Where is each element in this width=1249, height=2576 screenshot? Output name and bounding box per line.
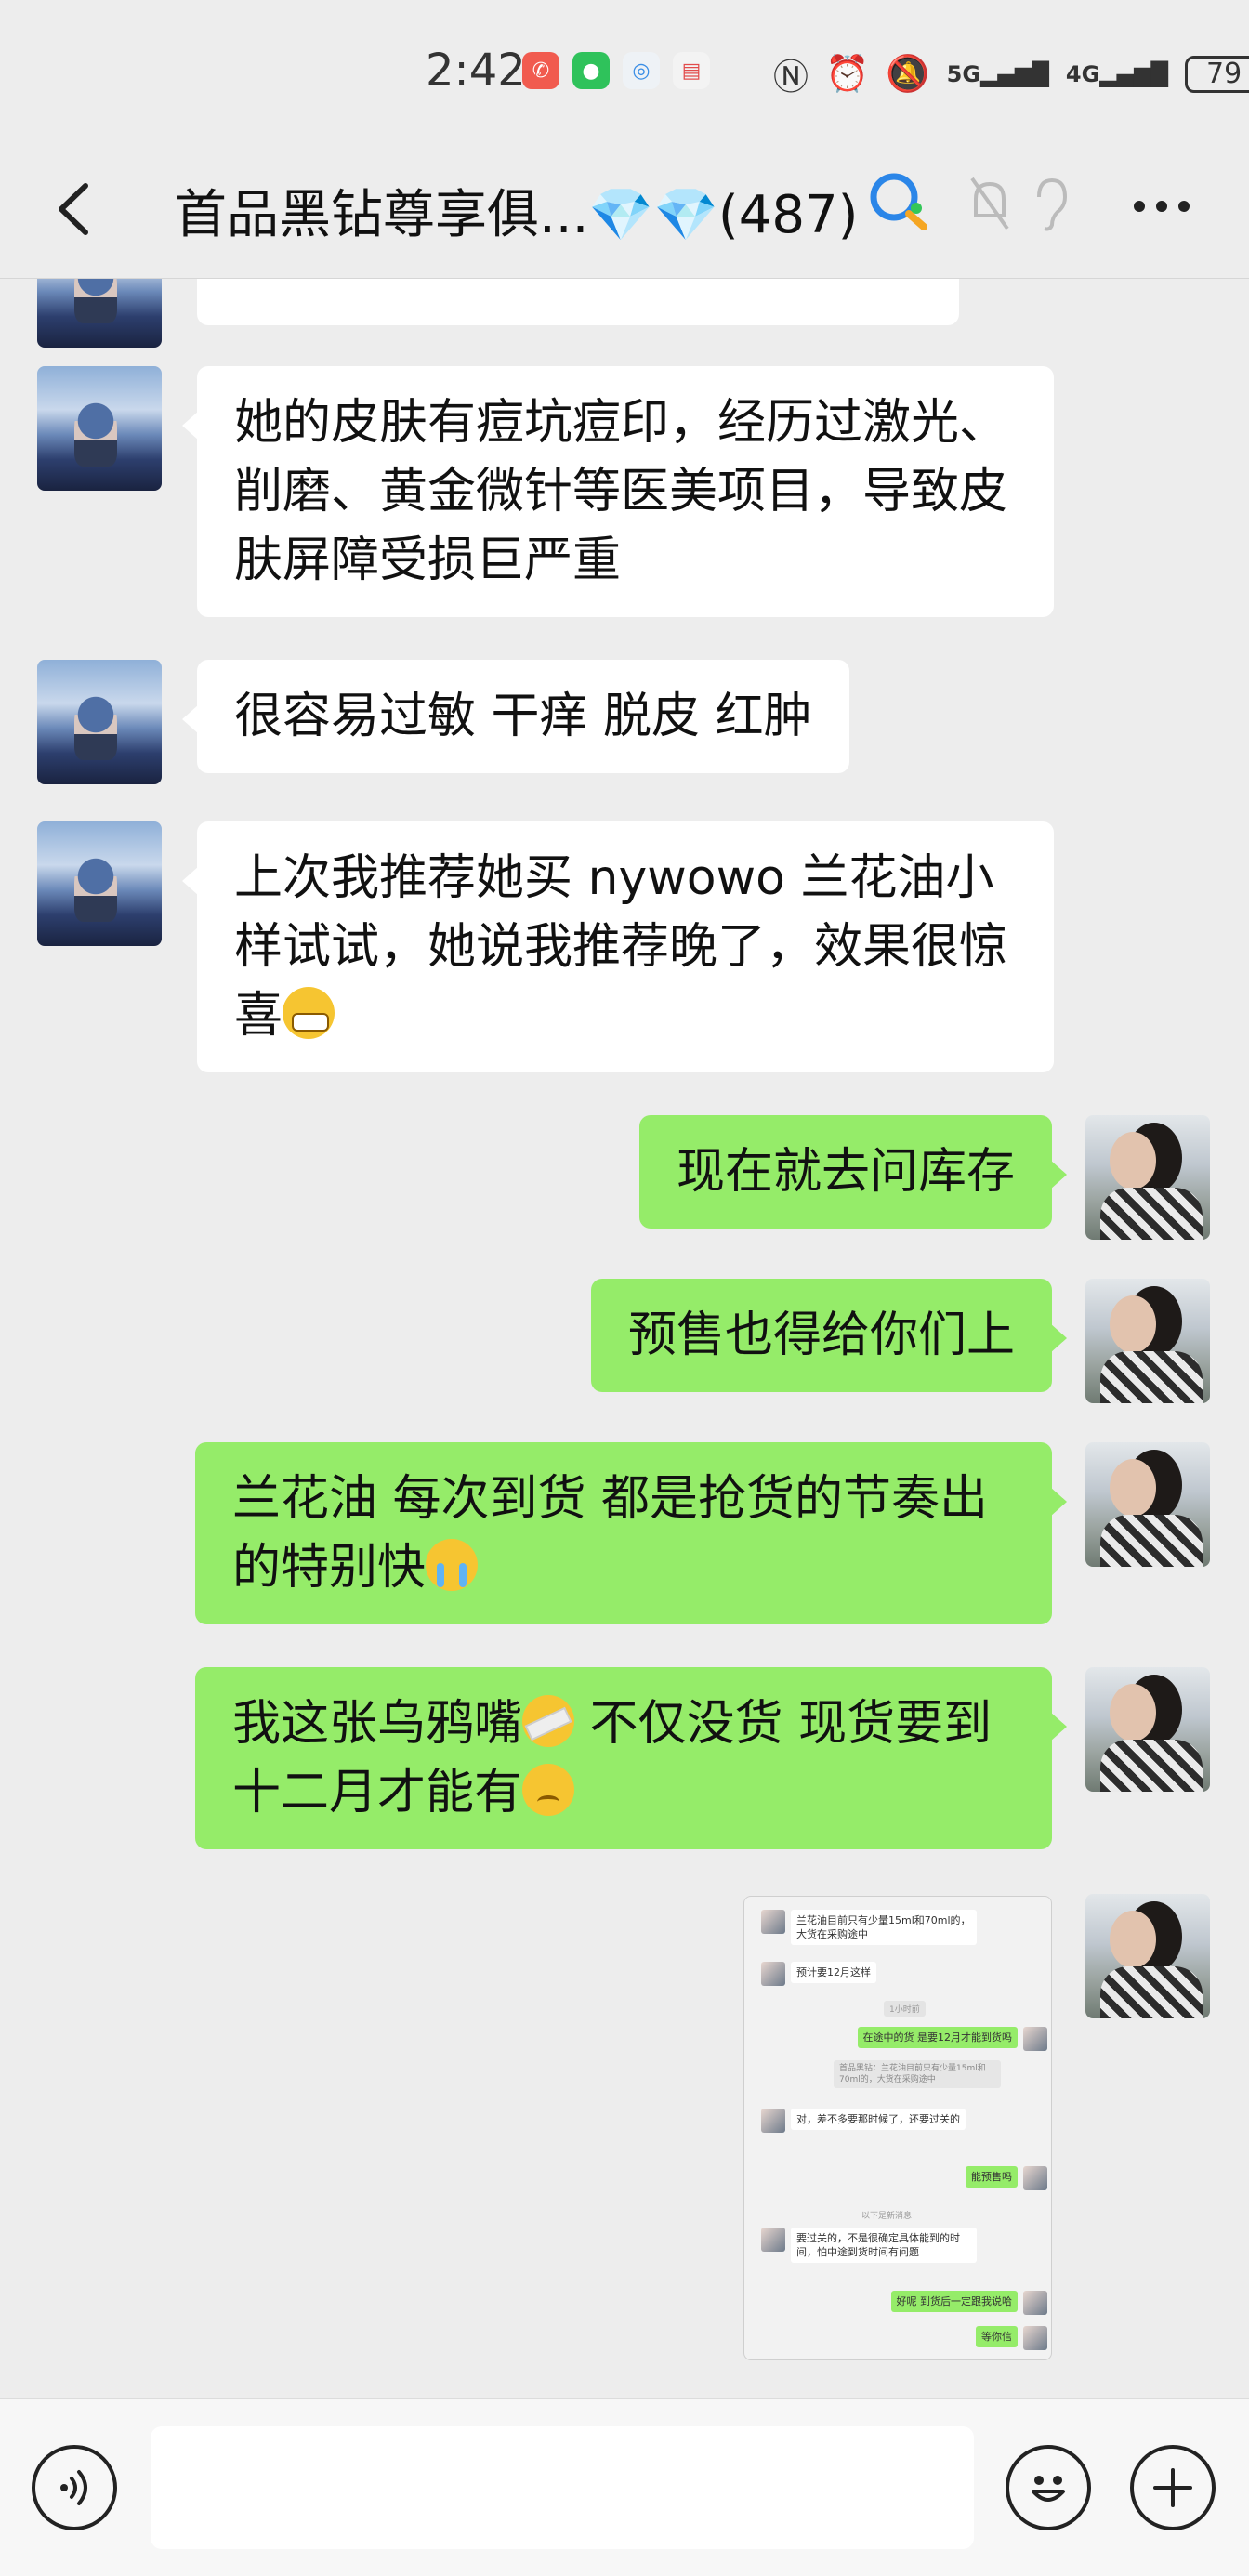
mini-quote: 首品黑钻：兰花油目前只有少量15ml和70ml的，大货在采购途中 [834,2060,1001,2088]
avatar[interactable] [1085,1115,1210,1240]
avatar[interactable] [37,821,162,946]
signal-4g-icon: 4G▂▄▆█ [1065,60,1169,87]
chat-title[interactable]: 首品黑钻尊享俱...💎💎(487) [175,173,858,248]
voice-button[interactable] [32,2445,117,2530]
message-bubble-partial [197,279,959,325]
mini-message: 对，差不多要那时候了，还要过关的 [761,2109,966,2133]
emoji-button[interactable] [1006,2445,1091,2530]
plus-icon [1153,2468,1192,2507]
missed-call-icon: ✆ [522,52,559,89]
ear-icon[interactable] [1032,175,1069,232]
message-input[interactable] [151,2426,974,2549]
mini-message: 预计要12月这样 [761,1962,876,1986]
alarm-icon: ⏰ [825,53,870,94]
message-bubble[interactable]: 上次我推荐她买 nywowo 兰花油小样试试，她说我推荐晚了，效果很惊喜 [182,821,1054,1072]
avatar[interactable] [1085,1442,1210,1567]
mini-message: 要过关的，不是很确定具体能到的时间，怕中途到货时间有问题 [761,2228,977,2263]
more-icon[interactable] [1132,199,1191,214]
voice-icon [60,2470,87,2505]
mini-message: 在途中的货 是要12月才能到货吗 [857,2027,1047,2051]
message-bubble[interactable]: 很容易过敏 干痒 脱皮 红肿 [182,660,849,773]
message-bubble[interactable]: 她的皮肤有痘坑痘印，经历过激光、削磨、黄金微针等医美项目，导致皮肤屏障受损巨严重 [182,366,1054,617]
chat-bubble-icon: ◎ [623,52,660,89]
avatar[interactable] [1085,1279,1210,1403]
message-bubble[interactable]: 预售也得给你们上 [590,1279,1068,1392]
battery-indicator: 79 [1185,55,1249,93]
mini-message: 好呢 到货后一定跟我说哈 [890,2291,1047,2315]
status-indicators: Ⓝ ⏰ 🔕 5G▂▄▆█ 4G▂▄▆█ 79 ❦ [773,48,1249,99]
wechat-icon: ● [572,52,610,89]
message-list[interactable]: 她的皮肤有痘坑痘印，经历过激光、削磨、黄金微针等医美项目，导致皮肤屏障受损巨严重… [0,279,1249,2398]
status-time: 2:42 [426,45,526,97]
back-icon[interactable] [46,177,102,242]
message-text: 我这张乌鸦嘴 [232,1696,523,1752]
avatar[interactable] [37,660,162,784]
cry-emoji [426,1539,479,1591]
notification-icons: ✆ ● ◎ ▤ [522,52,710,89]
silent-icon: 🔕 [886,53,930,94]
message-text: 上次我推荐她买 nywowo 兰花油小样试试，她说我推荐晚了，效果很惊喜 [234,850,1008,1044]
search-icon[interactable] [864,167,933,236]
mini-message: 兰花油目前只有少量15ml和70ml的，大货在采购途中 [761,1910,977,1945]
message-bubble[interactable]: 现在就去问库存 [638,1115,1068,1229]
mini-message: 等你信 [976,2326,1047,2350]
avatar[interactable] [37,279,162,348]
screenshot-image-message[interactable]: 兰花油目前只有少量15ml和70ml的，大货在采购途中 预计要12月这样 1小时… [743,1896,1052,2360]
tape-mouth-emoji [522,1695,575,1747]
status-bar: 2:42 ✆ ● ◎ ▤ Ⓝ ⏰ 🔕 5G▂▄▆█ 4G▂▄▆█ 79 ❦ [0,0,1249,139]
nfc-icon: Ⓝ [773,57,809,98]
emoji-icon [1032,2476,1065,2502]
message-text: 兰花油 每次到货 都是抢货的节奏出的特别快 [232,1471,989,1596]
mini-divider: 以下是新消息 [861,2212,913,2221]
input-bar [0,2398,1249,2576]
chat-header: 首品黑钻尊享俱...💎💎(487) [0,139,1249,279]
sad-emoji [522,1764,575,1816]
plus-button[interactable] [1130,2445,1216,2530]
avatar[interactable] [37,366,162,491]
mute-icon[interactable] [968,175,1011,232]
avatar[interactable] [1085,1894,1210,2018]
mail-icon: ▤ [673,52,710,89]
grin-emoji [283,987,335,1039]
message-bubble[interactable]: 我这张乌鸦嘴 不仅没货 现货要到十二月才能有 [195,1667,1067,1849]
avatar[interactable] [1085,1667,1210,1792]
mini-timestamp: 1小时前 [884,2001,926,2017]
mini-message: 能预售吗 [966,2166,1047,2190]
signal-5g-icon: 5G▂▄▆█ [946,60,1049,87]
message-bubble[interactable]: 兰花油 每次到货 都是抢货的节奏出的特别快 [195,1442,1067,1624]
